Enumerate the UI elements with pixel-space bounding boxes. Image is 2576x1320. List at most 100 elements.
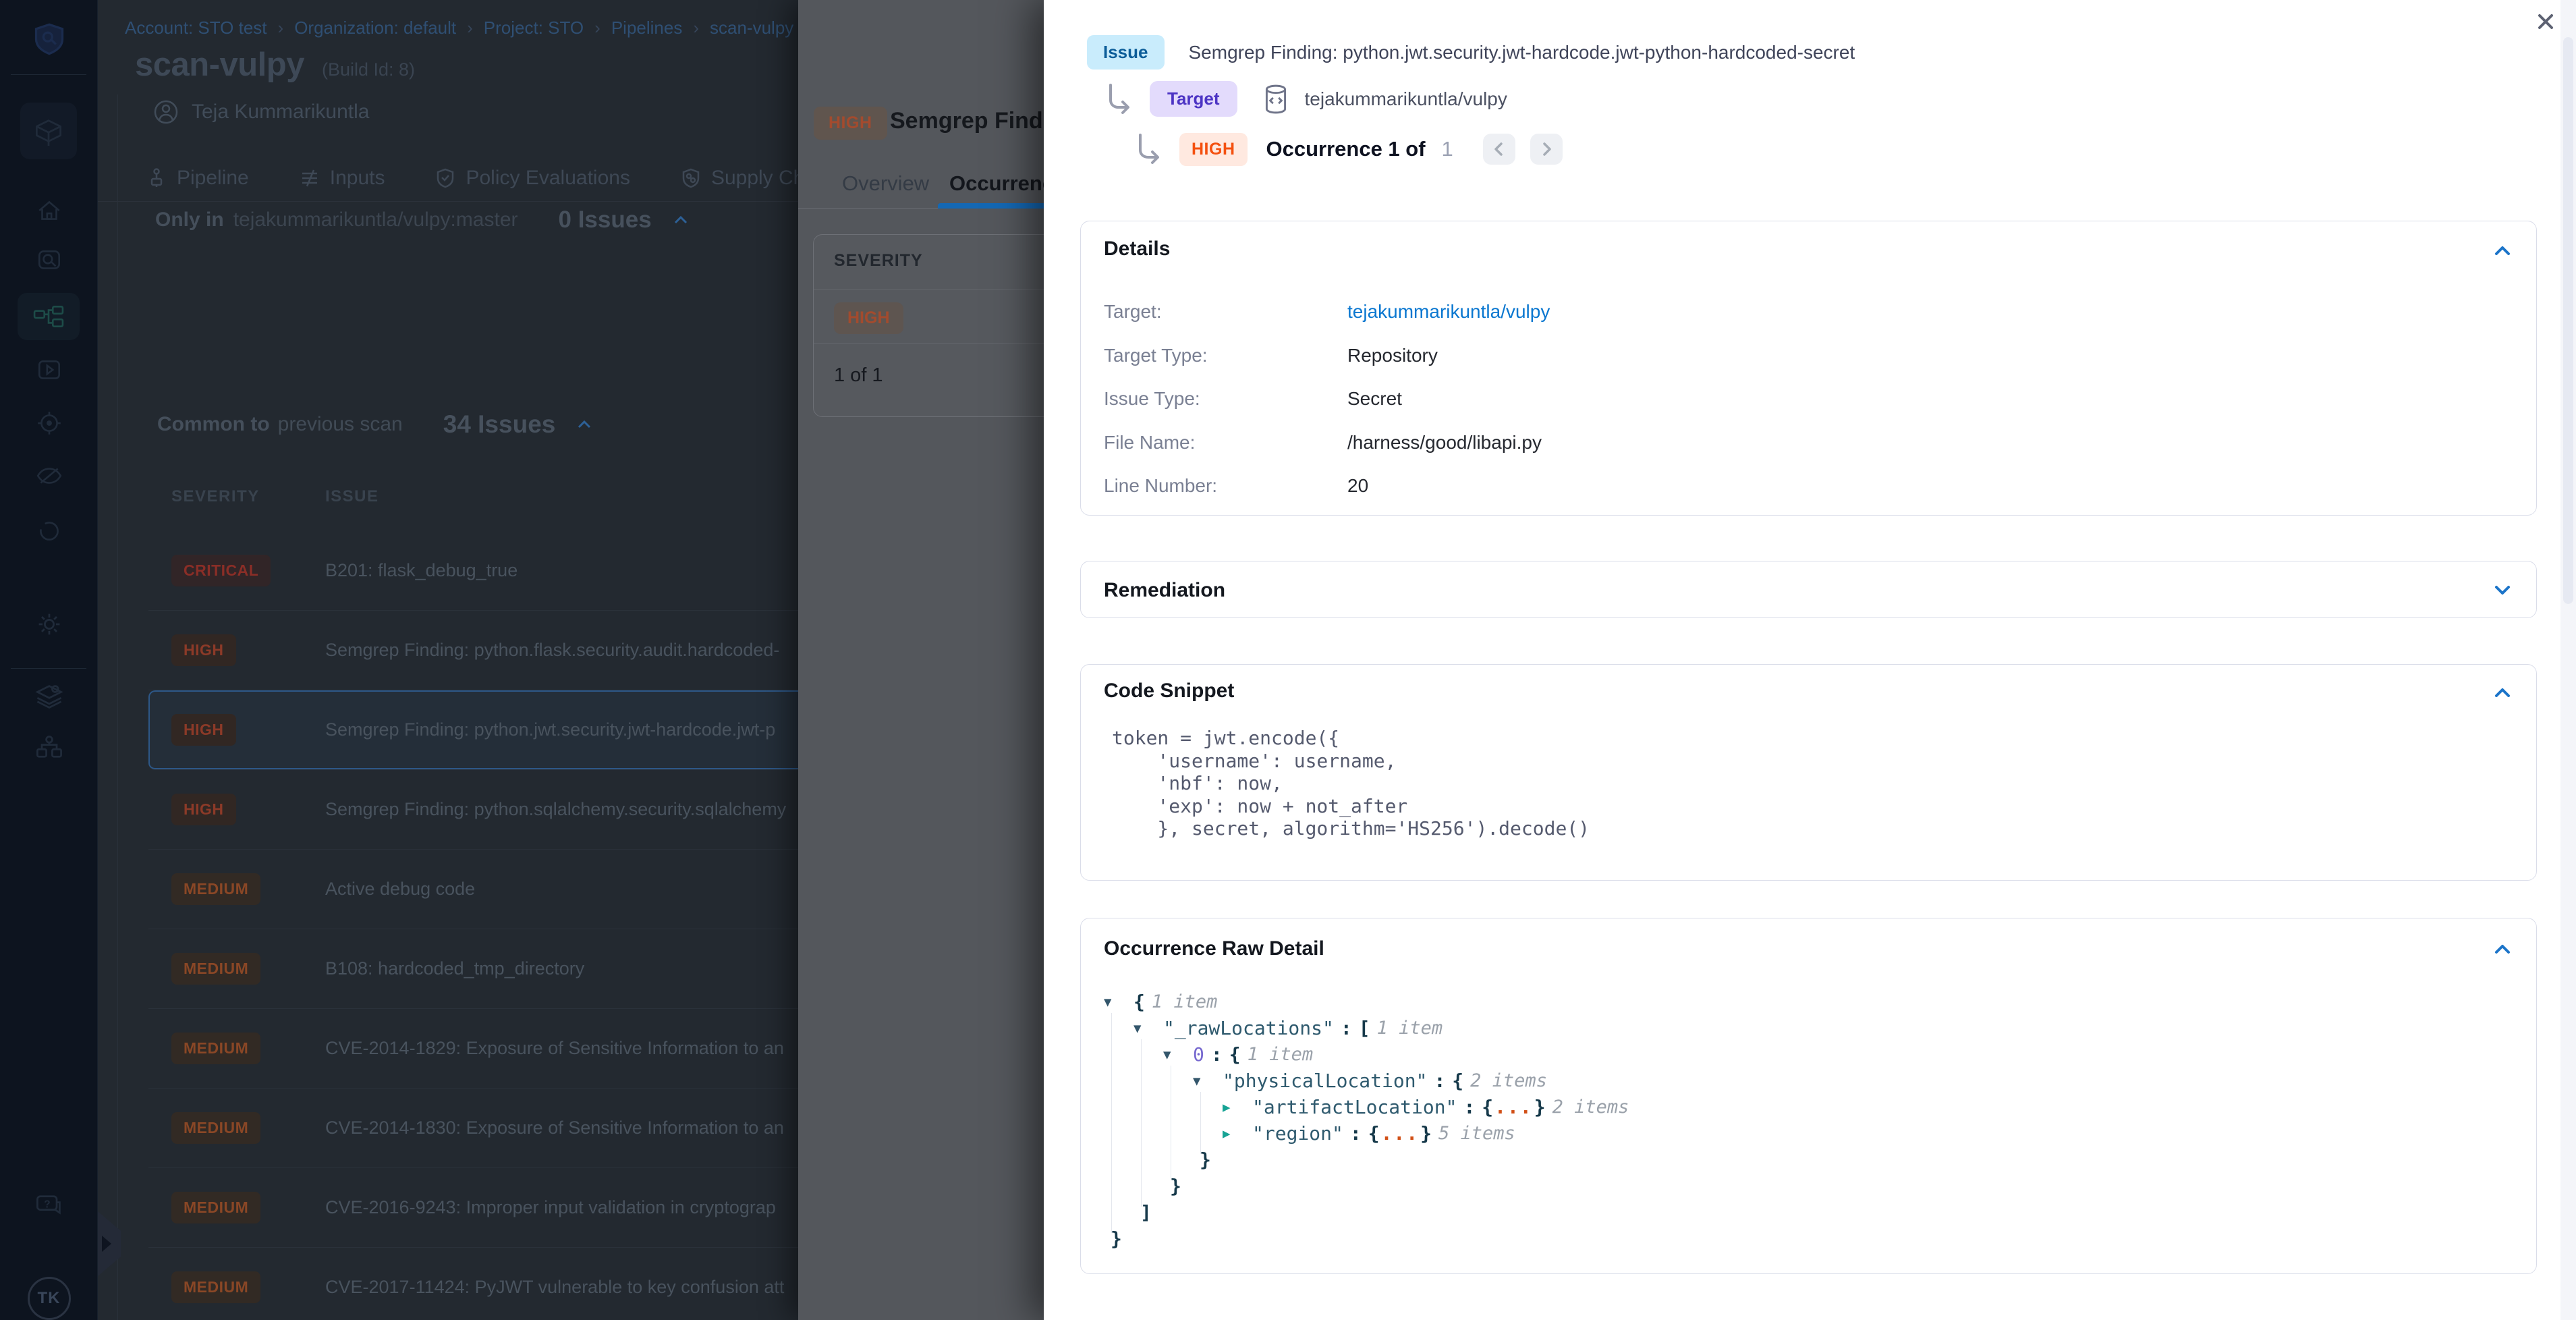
sidebar-item-overview[interactable] (0, 245, 98, 275)
detail-value: Repository (1347, 345, 1438, 366)
tab-label: Inputs (330, 167, 385, 190)
tree-token: { (1452, 1070, 1463, 1092)
tree-token: } (1200, 1149, 1211, 1171)
detail-value-link[interactable]: tejakummarikuntla/vulpy (1347, 301, 1550, 323)
tab-occurrences[interactable]: Occurrenc (949, 171, 1054, 196)
issue-title: Active debug code (325, 879, 475, 900)
severity-badge: HIGH (171, 794, 236, 825)
tree-token: "_rawLocations" (1163, 1017, 1334, 1039)
group-only-in[interactable]: Only in tejakummarikuntla/vulpy:master 0… (155, 207, 692, 233)
issue-title: Semgrep Finding: python.jwt.security.jwt… (325, 719, 775, 740)
pagination-label: 1 of 1 (834, 364, 883, 387)
code-snippet-pre: token = jwt.encode({ 'username': usernam… (1112, 727, 1590, 840)
occurrence-label: Occurrence 1 of (1266, 137, 1426, 161)
sidebar-item-default-settings[interactable] (0, 682, 98, 711)
chevron-up-icon[interactable] (2488, 935, 2517, 964)
sidebar-item-executions[interactable] (0, 355, 98, 385)
tree-toggle-icon[interactable]: ▶ (1223, 1126, 1245, 1141)
json-tree-line: ▶"region":{...}5 items (1104, 1120, 1635, 1147)
breadcrumb-separator-icon: › (467, 18, 473, 38)
tab-inputs[interactable]: Inputs (299, 154, 385, 202)
sidebar-item-governance[interactable] (0, 733, 98, 763)
chevron-up-icon[interactable] (2488, 236, 2517, 266)
tree-token: "physicalLocation" (1223, 1070, 1427, 1092)
pipeline-icon (146, 167, 167, 189)
inputs-icon (299, 167, 320, 189)
tree-token: 1 item (1248, 1044, 1314, 1065)
breadcrumb-link[interactable]: Pipelines (611, 18, 683, 38)
severity-badge: HIGH (171, 714, 236, 746)
tab-overview[interactable]: Overview (842, 171, 929, 196)
tree-token: } (1534, 1096, 1546, 1118)
scrollbar-thumb[interactable] (2563, 37, 2573, 604)
breadcrumb-link[interactable]: Project: STO (484, 18, 584, 38)
issue-title: Semgrep Finding: python.sqlalchemy.secur… (325, 799, 786, 820)
tree-toggle-icon[interactable]: ▼ (1163, 1047, 1186, 1062)
detail-row: Line Number:20 (1104, 464, 2513, 508)
sidebar-item-targets[interactable] (0, 408, 98, 438)
group-count: 34 Issues (443, 410, 556, 439)
tree-toggle-icon[interactable]: ▼ (1193, 1074, 1216, 1089)
close-icon[interactable] (2528, 4, 2563, 39)
breadcrumb-separator-icon: › (693, 18, 699, 38)
sidebar-item-help[interactable]: ? (0, 1190, 98, 1220)
harness-sto-logo-icon (0, 20, 98, 58)
sidebar-item-pipelines[interactable] (18, 293, 80, 340)
breadcrumb-link[interactable]: scan-vulpy (710, 18, 793, 38)
group-target: tejakummarikuntla/vulpy:master (233, 209, 518, 231)
severity-badge[interactable]: HIGH (834, 302, 903, 334)
json-tree-line: ▼0:{1 item (1104, 1041, 1635, 1068)
tree-toggle-icon[interactable]: ▶ (1223, 1100, 1245, 1115)
breadcrumb: Account: STO test › Organization: default ›… (125, 18, 793, 38)
section-title: Code Snippet (1104, 680, 1234, 703)
chevron-up-icon[interactable] (669, 209, 692, 231)
raw-detail-tree: ▼{1 item▼"_rawLocations":[1 item▼0:{1 it… (1104, 989, 1635, 1252)
sidebar-item-home[interactable] (0, 196, 98, 225)
severity-badge: MEDIUM (171, 1192, 260, 1223)
tree-token: : (1434, 1070, 1445, 1092)
tab-policy-evaluations[interactable]: Policy Evaluations (435, 154, 629, 202)
breadcrumb-link[interactable]: Organization: default (294, 18, 456, 38)
tree-token: "artifactLocation" (1252, 1096, 1457, 1118)
json-tree-line: ▼"_rawLocations":[1 item (1104, 1015, 1635, 1041)
json-tree-line: } (1104, 1173, 1635, 1199)
tree-token: { (1368, 1122, 1380, 1145)
section-title: Remediation (1104, 579, 1225, 602)
supply-chain-icon (680, 167, 702, 189)
raw-detail-section: Occurrence Raw Detail ▼{1 item▼"_rawLoca… (1080, 918, 2537, 1274)
previous-occurrence-button[interactable] (1483, 134, 1515, 165)
sidebar-item-module-selector[interactable] (20, 103, 77, 159)
section-title: Details (1104, 238, 1170, 260)
tree-toggle-icon[interactable]: ▼ (1104, 995, 1127, 1010)
severity-badge: MEDIUM (171, 873, 260, 905)
sidebar-item-tickets[interactable] (0, 516, 98, 546)
remediation-section: Remediation (1080, 561, 2537, 618)
chevron-down-icon[interactable] (2488, 575, 2517, 605)
tree-token: : (1341, 1017, 1352, 1039)
issue-title: Semgrep Finding: python.flask.security.a… (325, 640, 779, 661)
tree-toggle-icon[interactable]: ▼ (1133, 1021, 1156, 1036)
scrollbar-track[interactable] (2560, 0, 2576, 1320)
sidebar-item-baselines[interactable] (0, 461, 98, 491)
group-common[interactable]: Common to previous scan 34 Issues (157, 410, 596, 439)
corner-arrow-icon (1133, 132, 1165, 166)
user-avatar[interactable]: TK (0, 1277, 98, 1320)
severity-badge: HIGH (171, 634, 236, 666)
next-occurrence-button[interactable] (1530, 134, 1563, 165)
user-icon (152, 99, 179, 126)
triggered-by-user: Teja Kummarikuntla (152, 99, 369, 126)
json-tree-line: } (1104, 1226, 1635, 1252)
chevron-up-icon[interactable] (2488, 678, 2517, 708)
details-rows: Target:tejakummarikuntla/vulpyTarget Typ… (1104, 290, 2513, 508)
code-snippet-section: Code Snippet token = jwt.encode({ 'usern… (1080, 664, 2537, 881)
build-id-label: (Build Id: 8) (322, 59, 415, 80)
json-tree-line: ] (1104, 1199, 1635, 1226)
detail-value: /harness/good/libapi.py (1347, 432, 1542, 453)
breadcrumb-link[interactable]: Account: STO test (125, 18, 267, 38)
tab-pipeline[interactable]: Pipeline (146, 154, 249, 202)
sidebar-item-settings-gear-icon[interactable] (0, 609, 98, 639)
occurrence-total: 1 (1442, 137, 1453, 161)
chevron-up-icon[interactable] (573, 413, 596, 436)
json-tree-line: ▼"physicalLocation":{2 items (1104, 1068, 1635, 1094)
user-name: Teja Kummarikuntla (192, 101, 369, 123)
